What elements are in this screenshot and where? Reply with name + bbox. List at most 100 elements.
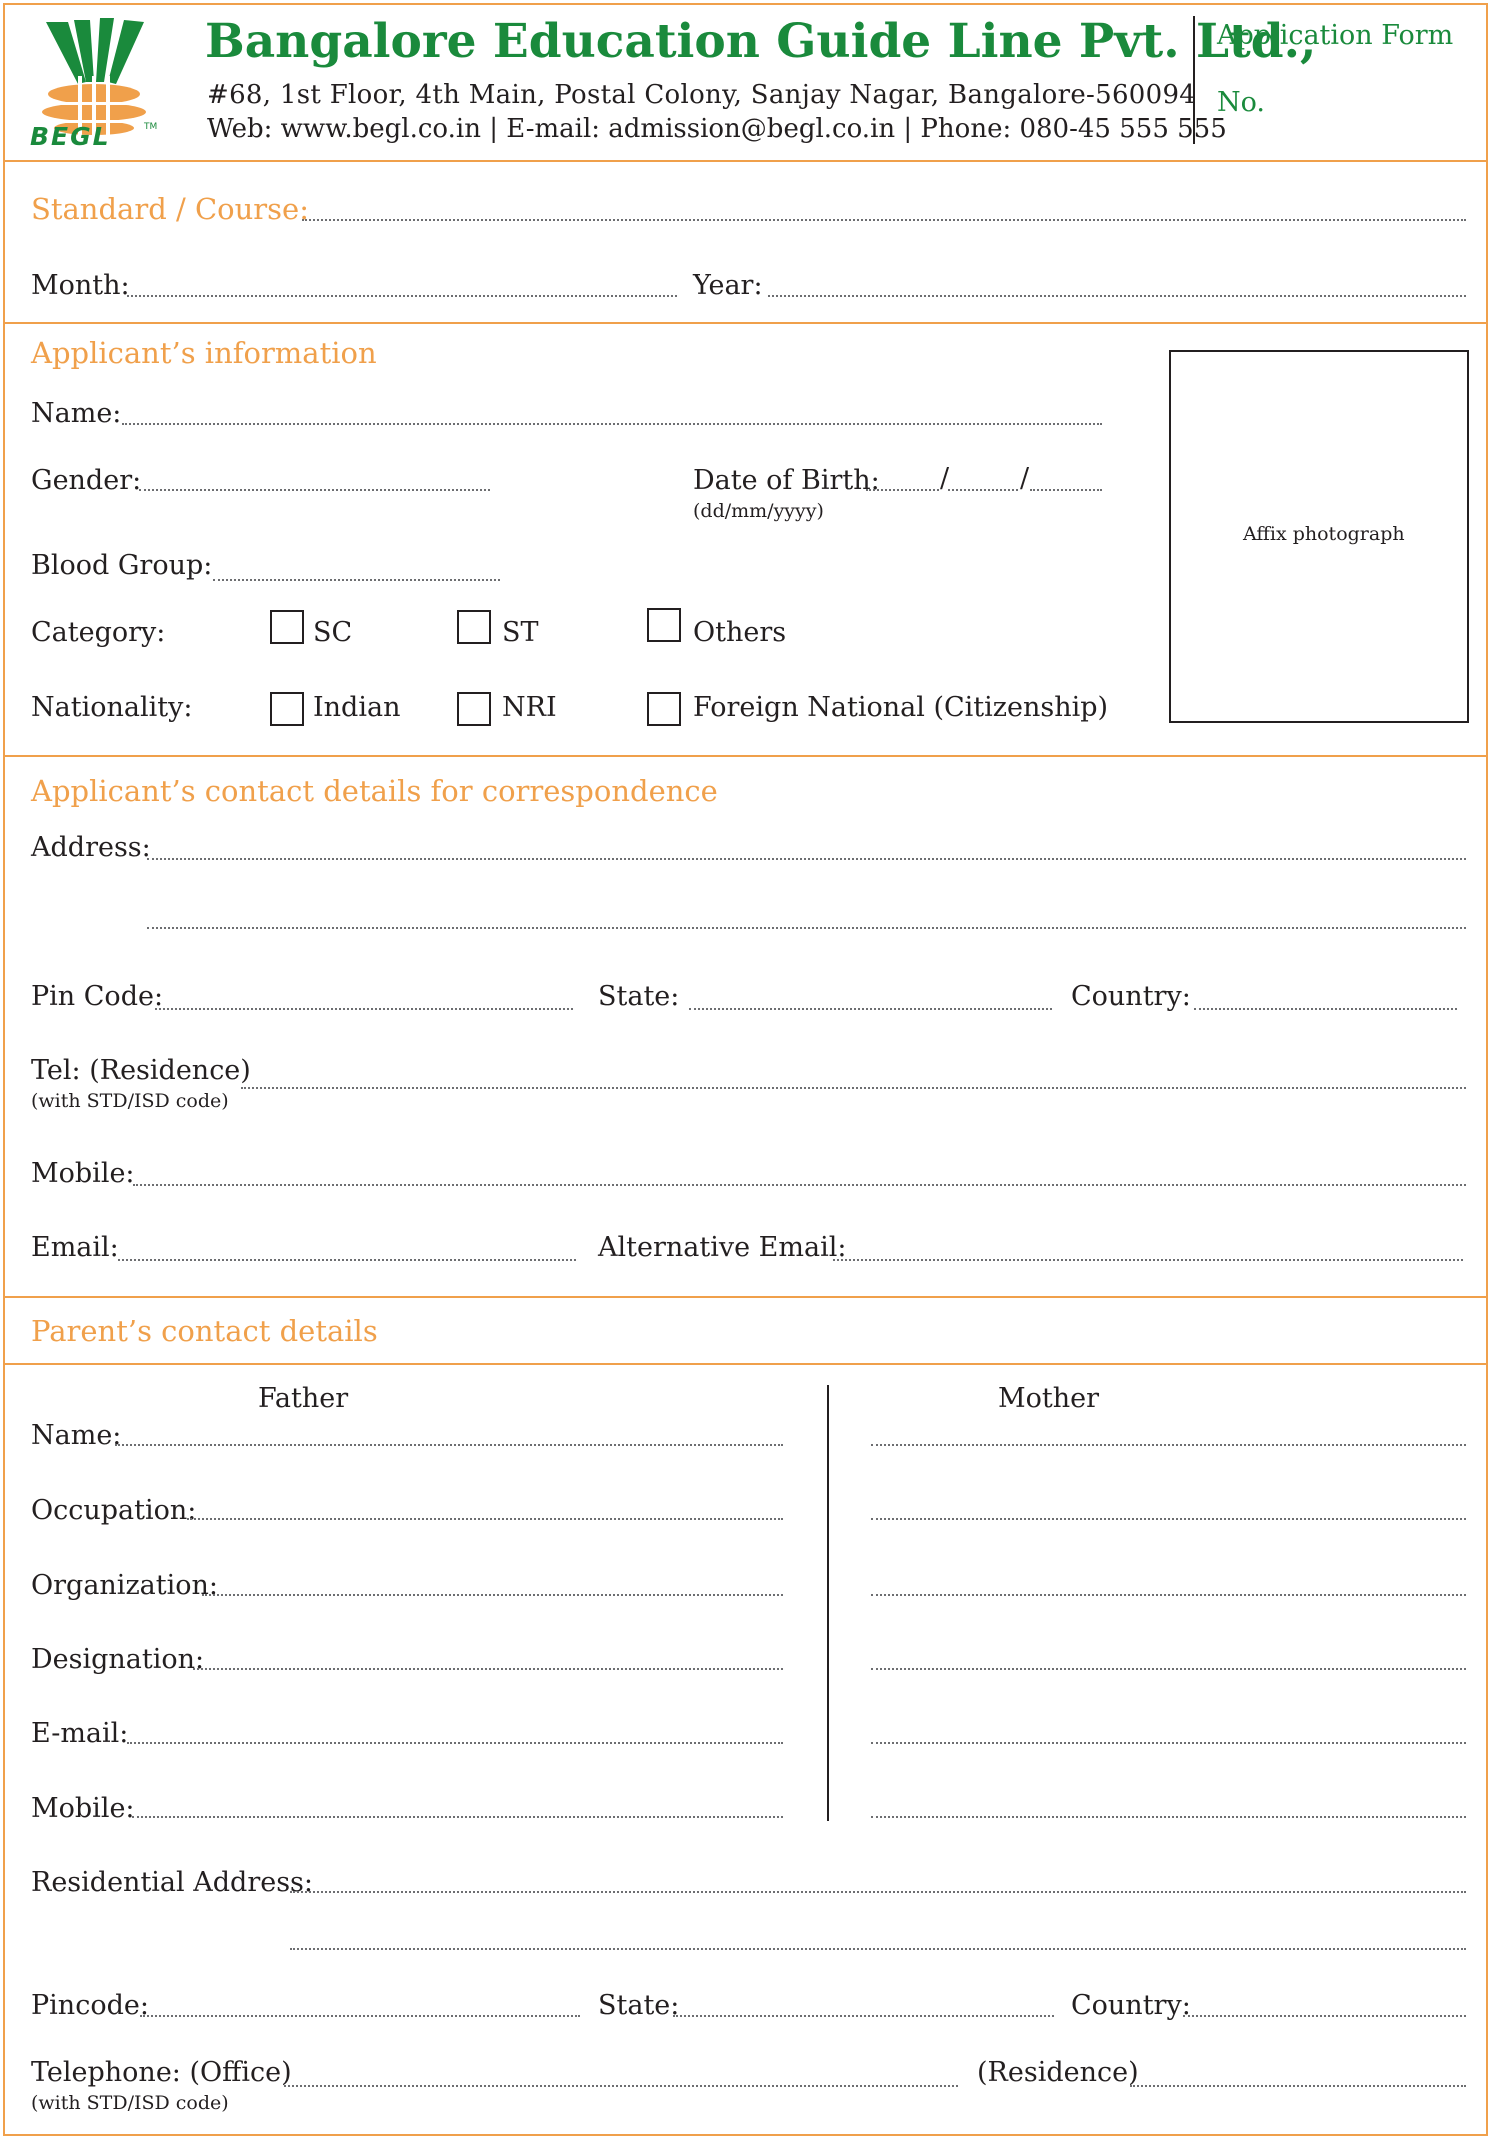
nationality-foreign-checkbox[interactable] <box>647 692 681 726</box>
mother-organization-field[interactable] <box>871 1594 1466 1596</box>
parent-state-field[interactable] <box>673 2015 1054 2017</box>
father-name-label: Name: <box>31 1420 122 1451</box>
parents-heading: Parent’s contact details <box>31 1314 378 1348</box>
company-name: Bangalore Education Guide Line Pvt. Ltd.… <box>205 14 1317 69</box>
nationality-nri-label: NRI <box>502 692 557 723</box>
mobile-field[interactable] <box>133 1184 1466 1186</box>
dob-label: Date of Birth: <box>693 465 880 496</box>
father-designation-field[interactable] <box>193 1668 783 1670</box>
category-sc-label: SC <box>313 617 353 648</box>
tel-residence-label: Tel: (Residence) <box>31 1055 251 1086</box>
nationality-foreign-label: Foreign National (Citizenship) <box>693 692 1109 723</box>
pin-code-field[interactable] <box>155 1008 573 1010</box>
father-name-field[interactable] <box>115 1444 783 1446</box>
address-label: Address: <box>31 832 151 863</box>
nationality-label: Nationality: <box>31 692 193 723</box>
parent-tel-std-note: (with STD/ISD code) <box>31 2092 229 2114</box>
section-divider <box>3 160 1488 162</box>
standard-course-field[interactable] <box>302 219 1466 221</box>
designation-label: Designation: <box>31 1644 205 1675</box>
mother-occupation-field[interactable] <box>871 1518 1466 1520</box>
section-divider <box>3 1296 1488 1298</box>
state-label: State: <box>598 981 680 1012</box>
photo-box-label: Affix photograph <box>1243 523 1405 545</box>
alt-email-field[interactable] <box>833 1259 1463 1261</box>
parent-pincode-label: Pincode: <box>31 1990 149 2021</box>
organization-label: Organization: <box>31 1570 218 1601</box>
address-field-line-1[interactable] <box>147 858 1466 860</box>
email-label: Email: <box>31 1232 119 1263</box>
mother-mobile-field[interactable] <box>871 1816 1466 1818</box>
year-field[interactable] <box>768 295 1466 297</box>
gender-field[interactable] <box>139 489 490 491</box>
mother-name-field[interactable] <box>871 1444 1466 1446</box>
nationality-nri-checkbox[interactable] <box>457 692 491 726</box>
category-others-checkbox[interactable] <box>647 608 681 642</box>
alt-email-label: Alternative Email: <box>598 1232 847 1263</box>
company-address: #68, 1st Floor, 4th Main, Postal Colony,… <box>207 80 1197 110</box>
blood-group-label: Blood Group: <box>31 550 213 581</box>
category-sc-checkbox[interactable] <box>270 610 304 644</box>
father-organization-field[interactable] <box>202 1594 783 1596</box>
parent-pincode-field[interactable] <box>140 2015 580 2017</box>
tel-office-label: Telephone: (Office) <box>31 2057 292 2088</box>
category-st-checkbox[interactable] <box>457 610 491 644</box>
father-occupation-field[interactable] <box>187 1518 783 1520</box>
tel-std-note: (with STD/ISD code) <box>31 1090 229 1112</box>
parent-country-field[interactable] <box>1183 2015 1466 2017</box>
header-divider <box>1193 16 1195 144</box>
category-label: Category: <box>31 617 166 648</box>
dob-format-hint: (dd/mm/yyyy) <box>693 500 824 522</box>
dob-separator: / <box>940 463 950 494</box>
email-field[interactable] <box>118 1259 576 1261</box>
mother-designation-field[interactable] <box>871 1668 1466 1670</box>
form-no-label: No. <box>1217 87 1265 118</box>
parent-state-label: State: <box>598 1990 680 2021</box>
year-label: Year: <box>693 270 763 301</box>
blood-group-field[interactable] <box>213 579 500 581</box>
nationality-indian-checkbox[interactable] <box>270 692 304 726</box>
section-divider <box>3 322 1488 324</box>
contact-details-heading: Applicant’s contact details for correspo… <box>31 774 718 808</box>
mother-column-heading: Mother <box>998 1383 1100 1414</box>
tel-residence-parent-field[interactable] <box>1130 2085 1466 2087</box>
month-field[interactable] <box>127 295 677 297</box>
section-divider <box>3 755 1488 757</box>
tel-office-field[interactable] <box>284 2085 958 2087</box>
gender-label: Gender: <box>31 465 142 496</box>
section-divider <box>3 1363 1488 1365</box>
father-column-heading: Father <box>258 1383 349 1414</box>
tel-residence-parent-label: (Residence) <box>977 2057 1139 2088</box>
pin-code-label: Pin Code: <box>31 981 164 1012</box>
state-field[interactable] <box>689 1008 1052 1010</box>
parent-email-label: E-mail: <box>31 1718 129 1749</box>
dob-separator: / <box>1020 463 1030 494</box>
country-field[interactable] <box>1194 1008 1457 1010</box>
occupation-label: Occupation: <box>31 1495 197 1526</box>
company-contact: Web: www.begl.co.in | E-mail: admission@… <box>207 114 1227 144</box>
month-label: Month: <box>31 270 130 301</box>
father-email-field[interactable] <box>127 1742 783 1744</box>
name-field[interactable] <box>122 423 1102 425</box>
residential-address-field-line-2[interactable] <box>290 1948 1466 1950</box>
address-field-line-2[interactable] <box>147 927 1466 929</box>
residential-address-field-line-1[interactable] <box>290 1891 1466 1893</box>
mobile-label: Mobile: <box>31 1158 135 1189</box>
father-mobile-field[interactable] <box>132 1816 783 1818</box>
parent-mobile-label: Mobile: <box>31 1793 135 1824</box>
residential-address-label: Residential Address: <box>31 1867 314 1898</box>
nationality-indian-label: Indian <box>313 692 401 723</box>
dob-month-field[interactable] <box>948 489 1018 491</box>
name-label: Name: <box>31 398 122 429</box>
logo-wordmark: BEGL <box>30 122 111 151</box>
dob-year-field[interactable] <box>1030 489 1102 491</box>
tel-residence-field[interactable] <box>241 1087 1466 1089</box>
applicant-info-heading: Applicant’s information <box>31 336 377 370</box>
mother-email-field[interactable] <box>871 1742 1466 1744</box>
category-st-label: ST <box>502 617 539 648</box>
dob-day-field[interactable] <box>866 489 939 491</box>
category-others-label: Others <box>693 617 787 648</box>
country-label: Country: <box>1071 981 1191 1012</box>
standard-course-label: Standard / Course: <box>31 192 309 226</box>
form-title: Application Form <box>1217 20 1454 51</box>
